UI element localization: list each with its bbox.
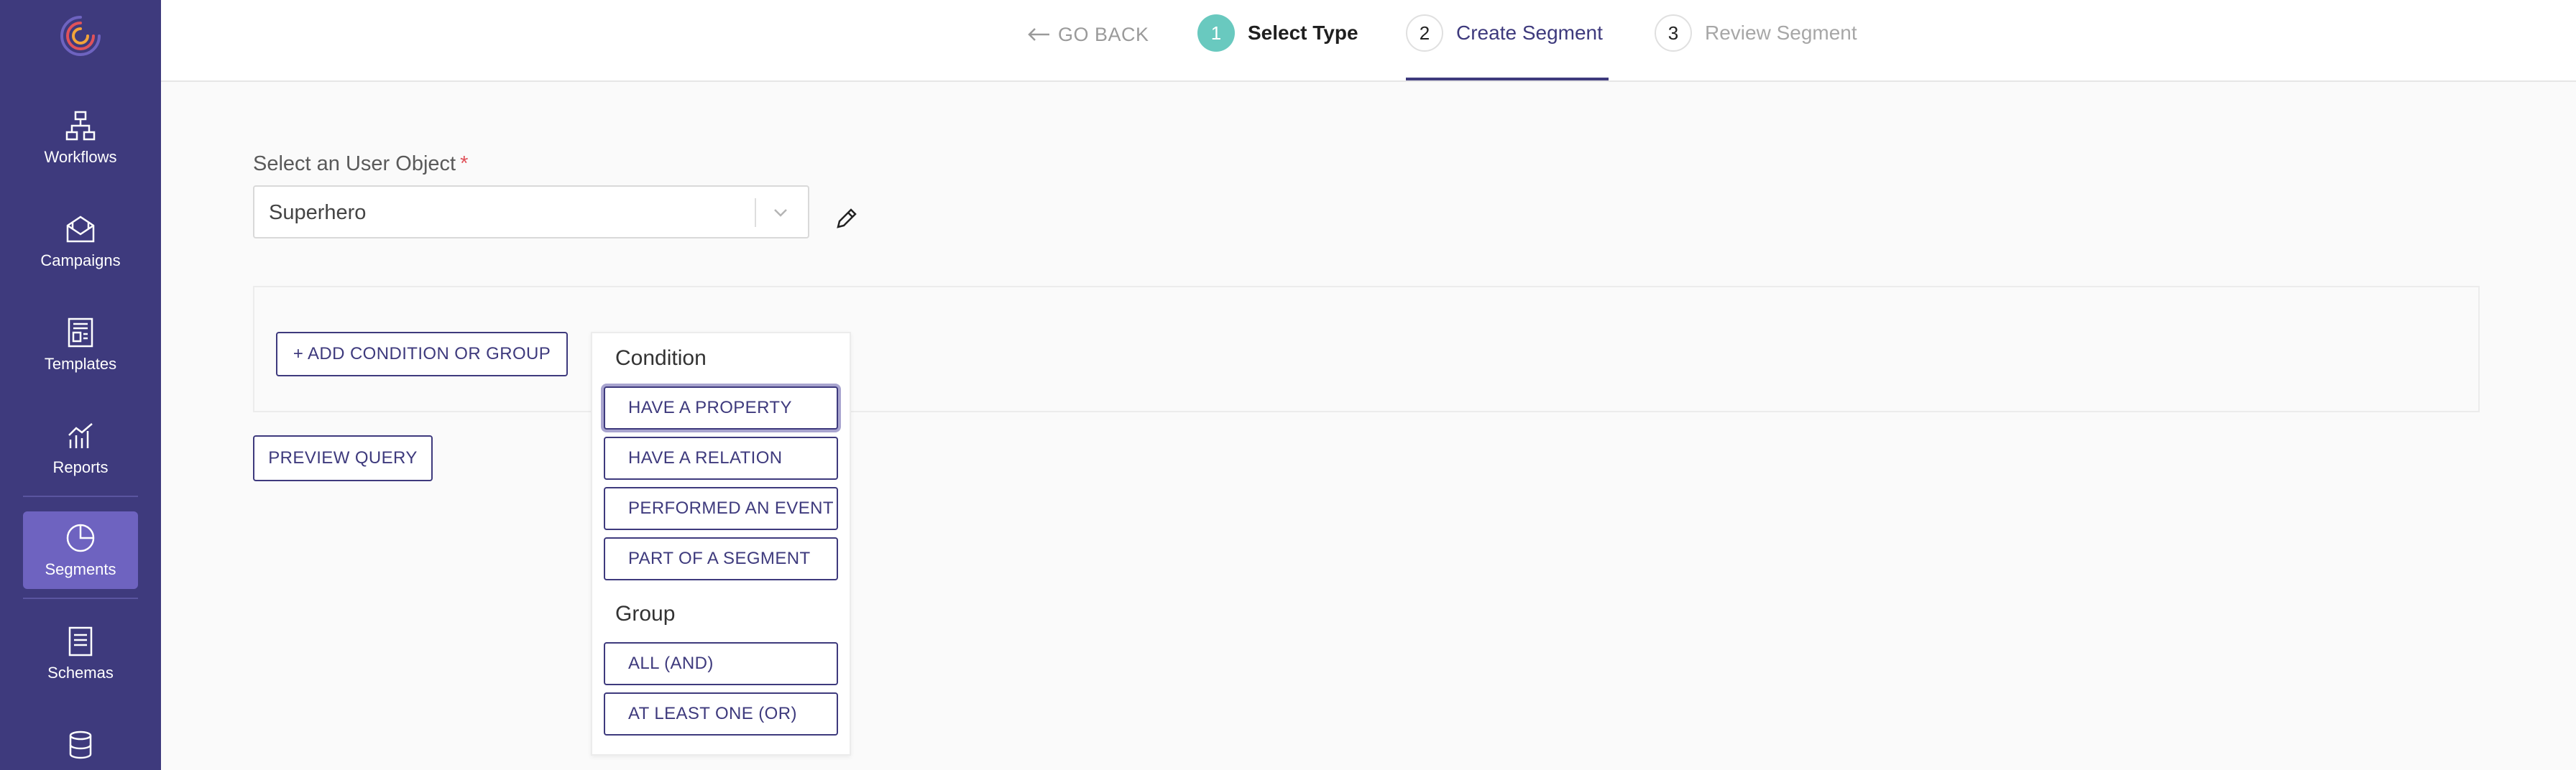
- step-create-segment[interactable]: 2 Create Segment: [1406, 14, 1603, 52]
- required-mark: *: [460, 152, 469, 175]
- pie-chart-icon: [66, 524, 95, 552]
- arrow-left-icon: [1028, 28, 1049, 41]
- add-condition-or-group-button[interactable]: + ADD CONDITION OR GROUP: [276, 332, 568, 376]
- step-number: 2: [1406, 14, 1443, 52]
- step-review-segment[interactable]: 3 Review Segment: [1655, 14, 1857, 52]
- step-select-type[interactable]: 1 Select Type: [1197, 14, 1358, 52]
- sidebar-item-workflows[interactable]: Workflows: [23, 99, 138, 177]
- sidebar-item-label: Schemas: [47, 664, 114, 682]
- select-separator: [755, 198, 756, 227]
- menu-option-have-a-property[interactable]: HAVE A PROPERTY: [604, 386, 838, 430]
- chart-icon: [68, 423, 93, 448]
- sidebar: Workflows Campaigns Templates Reports Se…: [0, 0, 161, 770]
- edit-pencil-icon[interactable]: [834, 205, 860, 231]
- sidebar-item-templates[interactable]: Templates: [23, 306, 138, 384]
- step-number: 3: [1655, 14, 1692, 52]
- go-back-label: GO BACK: [1058, 23, 1149, 45]
- step-label: Select Type: [1248, 22, 1358, 44]
- database-icon: [69, 730, 92, 759]
- query-builder-panel: [253, 286, 2480, 412]
- workflow-icon: [65, 111, 96, 141]
- sidebar-item-campaigns[interactable]: Campaigns: [23, 203, 138, 280]
- step-label: Create Segment: [1456, 22, 1603, 44]
- group-heading: Group: [615, 602, 676, 626]
- sidebar-item-label: Workflows: [44, 148, 117, 166]
- preview-query-button[interactable]: PREVIEW QUERY: [253, 435, 433, 481]
- sidebar-item-database[interactable]: [23, 718, 138, 770]
- sidebar-item-schemas[interactable]: Schemas: [23, 615, 138, 692]
- sidebar-item-label: Templates: [44, 355, 117, 373]
- stepper-bar: GO BACK 1 Select Type 2 Create Segment 3…: [161, 0, 2576, 82]
- step-number: 1: [1197, 14, 1235, 52]
- menu-option-performed-an-event[interactable]: PERFORMED AN EVENT: [604, 487, 838, 530]
- menu-option-at-least-one-or[interactable]: AT LEAST ONE (OR): [604, 692, 838, 736]
- menu-option-part-of-a-segment[interactable]: PART OF A SEGMENT: [604, 537, 838, 580]
- envelope-icon: [66, 215, 95, 243]
- condition-group-menu: Condition HAVE A PROPERTY HAVE A RELATIO…: [591, 332, 851, 756]
- menu-option-have-a-relation[interactable]: HAVE A RELATION: [604, 437, 838, 480]
- template-icon: [68, 317, 93, 348]
- menu-option-all-and[interactable]: ALL (AND): [604, 642, 838, 685]
- user-object-value: Superhero: [269, 201, 367, 224]
- sidebar-item-segments[interactable]: Segments: [23, 511, 138, 589]
- sidebar-item-reports[interactable]: Reports: [23, 409, 138, 487]
- user-object-label-text: Select an User Object: [253, 152, 456, 175]
- user-object-label: Select an User Object *: [253, 152, 468, 176]
- sidebar-item-label: Campaigns: [40, 251, 121, 269]
- go-back-button[interactable]: GO BACK: [1026, 20, 1149, 49]
- app-logo[interactable]: [58, 13, 104, 59]
- chevron-down-icon[interactable]: [769, 201, 792, 224]
- active-step-indicator: [1406, 78, 1609, 80]
- sidebar-item-label: Segments: [45, 560, 116, 578]
- condition-heading: Condition: [615, 346, 707, 370]
- user-object-select[interactable]: Superhero: [253, 185, 809, 238]
- sidebar-item-label: Reports: [52, 458, 109, 476]
- sidebar-divider: [23, 496, 138, 497]
- document-list-icon: [68, 626, 93, 657]
- step-label: Review Segment: [1705, 22, 1857, 44]
- sidebar-divider: [23, 598, 138, 599]
